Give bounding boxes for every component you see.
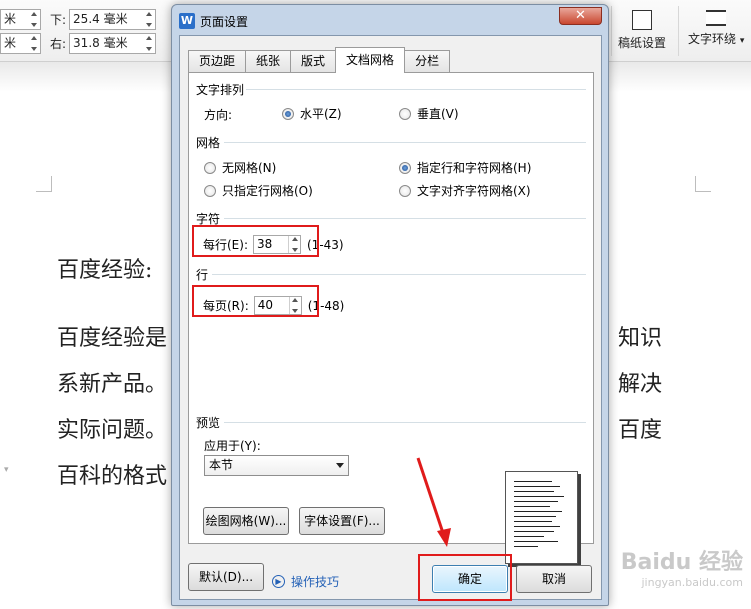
draft-paper-label: 稿纸设置 (618, 36, 667, 50)
grid-group-label: 网格 (196, 136, 221, 150)
document-line: 知识 (618, 326, 663, 351)
page-preview (505, 471, 578, 564)
line-only-grid-radio[interactable]: 只指定行网格(O) (204, 182, 313, 199)
annotation-box (418, 554, 512, 601)
bottom-margin-label: 下: (50, 13, 67, 27)
right-margin-spinner[interactable] (144, 35, 154, 52)
divider (224, 142, 586, 143)
caret-icon: ▾ (4, 465, 9, 475)
no-grid-label: 无网格(N) (222, 161, 277, 175)
document-line: 百科的格式 (57, 464, 168, 489)
dialog-title: 页面设置 (200, 15, 249, 29)
wps-logo-icon: W (179, 13, 195, 29)
no-grid-radio[interactable]: 无网格(N) (204, 159, 276, 176)
close-button[interactable]: ✕ (559, 7, 602, 25)
annotation-box (192, 285, 319, 317)
left-margin-field[interactable]: 米 (0, 33, 41, 54)
lines-group-label: 行 (196, 268, 209, 282)
draw-grid-button[interactable]: 绘图网格(W)... (203, 507, 289, 535)
preview-group-label: 预览 (196, 416, 221, 430)
document-grid-panel: 文字排列 方向: 水平(Z) 垂直(V) 网格 无网格(N) 指定行和字符网格(… (188, 72, 594, 564)
tab-strip: 页边距 纸张 版式 文档网格 分栏 (188, 47, 451, 73)
left-margin-input[interactable]: 米 (0, 33, 41, 54)
radio-checked-icon[interactable] (282, 107, 294, 120)
play-icon: ▶ (272, 575, 285, 588)
radio-icon[interactable] (204, 161, 216, 174)
divider (678, 6, 679, 56)
divider (212, 274, 586, 275)
snap-char-grid-label: 文字对齐字符网格(X) (417, 184, 531, 198)
default-button[interactable]: 默认(D)... (188, 563, 264, 591)
document-line: 百度 (618, 418, 663, 443)
left-margin-spinner[interactable] (29, 35, 39, 52)
chevron-down-icon (336, 463, 344, 468)
divider (611, 6, 612, 56)
radio-icon[interactable] (399, 107, 411, 120)
tab-paper[interactable]: 纸张 (245, 50, 292, 73)
annotation-box (192, 225, 319, 257)
top-margin-spinner[interactable] (29, 11, 39, 28)
cancel-button[interactable]: 取消 (516, 565, 592, 593)
apply-to-value: 本节 (209, 458, 234, 472)
vertical-radio[interactable]: 垂直(V) (399, 105, 459, 122)
document-line: 系新产品。 (57, 372, 168, 397)
left-margin-value: 米 (4, 36, 17, 50)
radio-icon[interactable] (399, 184, 411, 197)
tips-label: 操作技巧 (291, 575, 340, 589)
document-line: 实际问题。 (57, 418, 168, 443)
page-corner-mark (695, 176, 711, 192)
text-wrap-button[interactable]: 文字环绕 ▾ (688, 10, 744, 47)
snap-char-grid-radio[interactable]: 文字对齐字符网格(X) (399, 182, 531, 199)
draft-paper-button[interactable]: 稿纸设置 (618, 10, 666, 51)
tab-layout[interactable]: 版式 (290, 50, 337, 73)
radio-icon[interactable] (204, 184, 216, 197)
divider (224, 218, 586, 219)
line-char-grid-radio[interactable]: 指定行和字符网格(H) (399, 159, 531, 176)
right-margin-field[interactable]: 右: 31.8 毫米 (50, 33, 157, 54)
top-margin-field[interactable]: 米 (0, 9, 41, 30)
text-direction-group-label: 文字排列 (196, 83, 245, 97)
right-margin-value: 31.8 毫米 (73, 36, 128, 50)
vertical-label: 垂直(V) (417, 107, 459, 121)
bottom-margin-value: 25.4 毫米 (73, 12, 128, 26)
draft-paper-icon (632, 10, 652, 30)
top-margin-input[interactable]: 米 (0, 9, 41, 30)
horizontal-radio[interactable]: 水平(Z) (282, 105, 342, 122)
line-only-grid-label: 只指定行网格(O) (222, 184, 313, 198)
watermark: Baidu 经验 jingyan.baidu.com (621, 544, 743, 589)
text-wrap-label: 文字环绕 (688, 32, 737, 46)
bottom-margin-spinner[interactable] (144, 11, 154, 28)
dialog-titlebar[interactable]: W 页面设置 ✕ (172, 5, 608, 35)
tips-link[interactable]: ▶ 操作技巧 (272, 573, 339, 590)
watermark-url: jingyan.baidu.com (641, 576, 743, 589)
right-margin-label: 右: (50, 37, 67, 51)
horizontal-label: 水平(Z) (300, 107, 342, 121)
right-margin-input[interactable]: 31.8 毫米 (69, 33, 157, 54)
tab-columns[interactable]: 分栏 (404, 50, 451, 73)
tab-margins[interactable]: 页边距 (188, 50, 247, 73)
dialog-body: 页边距 纸张 版式 文档网格 分栏 文字排列 方向: 水平(Z) 垂直(V) 网… (179, 35, 602, 601)
bottom-margin-input[interactable]: 25.4 毫米 (69, 9, 157, 30)
direction-label: 方向: (204, 108, 233, 122)
apply-to-label: 应用于(Y): (204, 439, 261, 453)
page-corner-mark (36, 176, 52, 192)
line-char-grid-label: 指定行和字符网格(H) (417, 161, 532, 175)
divider (246, 89, 586, 90)
divider (224, 422, 586, 423)
radio-checked-icon[interactable] (399, 161, 411, 174)
page-setup-dialog: W 页面设置 ✕ 页边距 纸张 版式 文档网格 分栏 文字排列 方向: 水平(Z… (171, 4, 609, 606)
font-settings-button[interactable]: 字体设置(F)... (299, 507, 385, 535)
text-wrap-icon (706, 10, 727, 26)
chevron-down-icon[interactable]: ▾ (740, 36, 745, 46)
document-line: 百度经验是 (57, 326, 168, 351)
document-line: 解决 (618, 372, 663, 397)
bottom-margin-field[interactable]: 下: 25.4 毫米 (50, 9, 157, 30)
apply-to-select[interactable]: 本节 (204, 455, 349, 476)
document-heading: 百度经验: (57, 258, 153, 283)
top-margin-value: 米 (4, 12, 17, 26)
tab-document-grid[interactable]: 文档网格 (335, 47, 406, 73)
watermark-text: Baidu 经验 (620, 550, 743, 575)
